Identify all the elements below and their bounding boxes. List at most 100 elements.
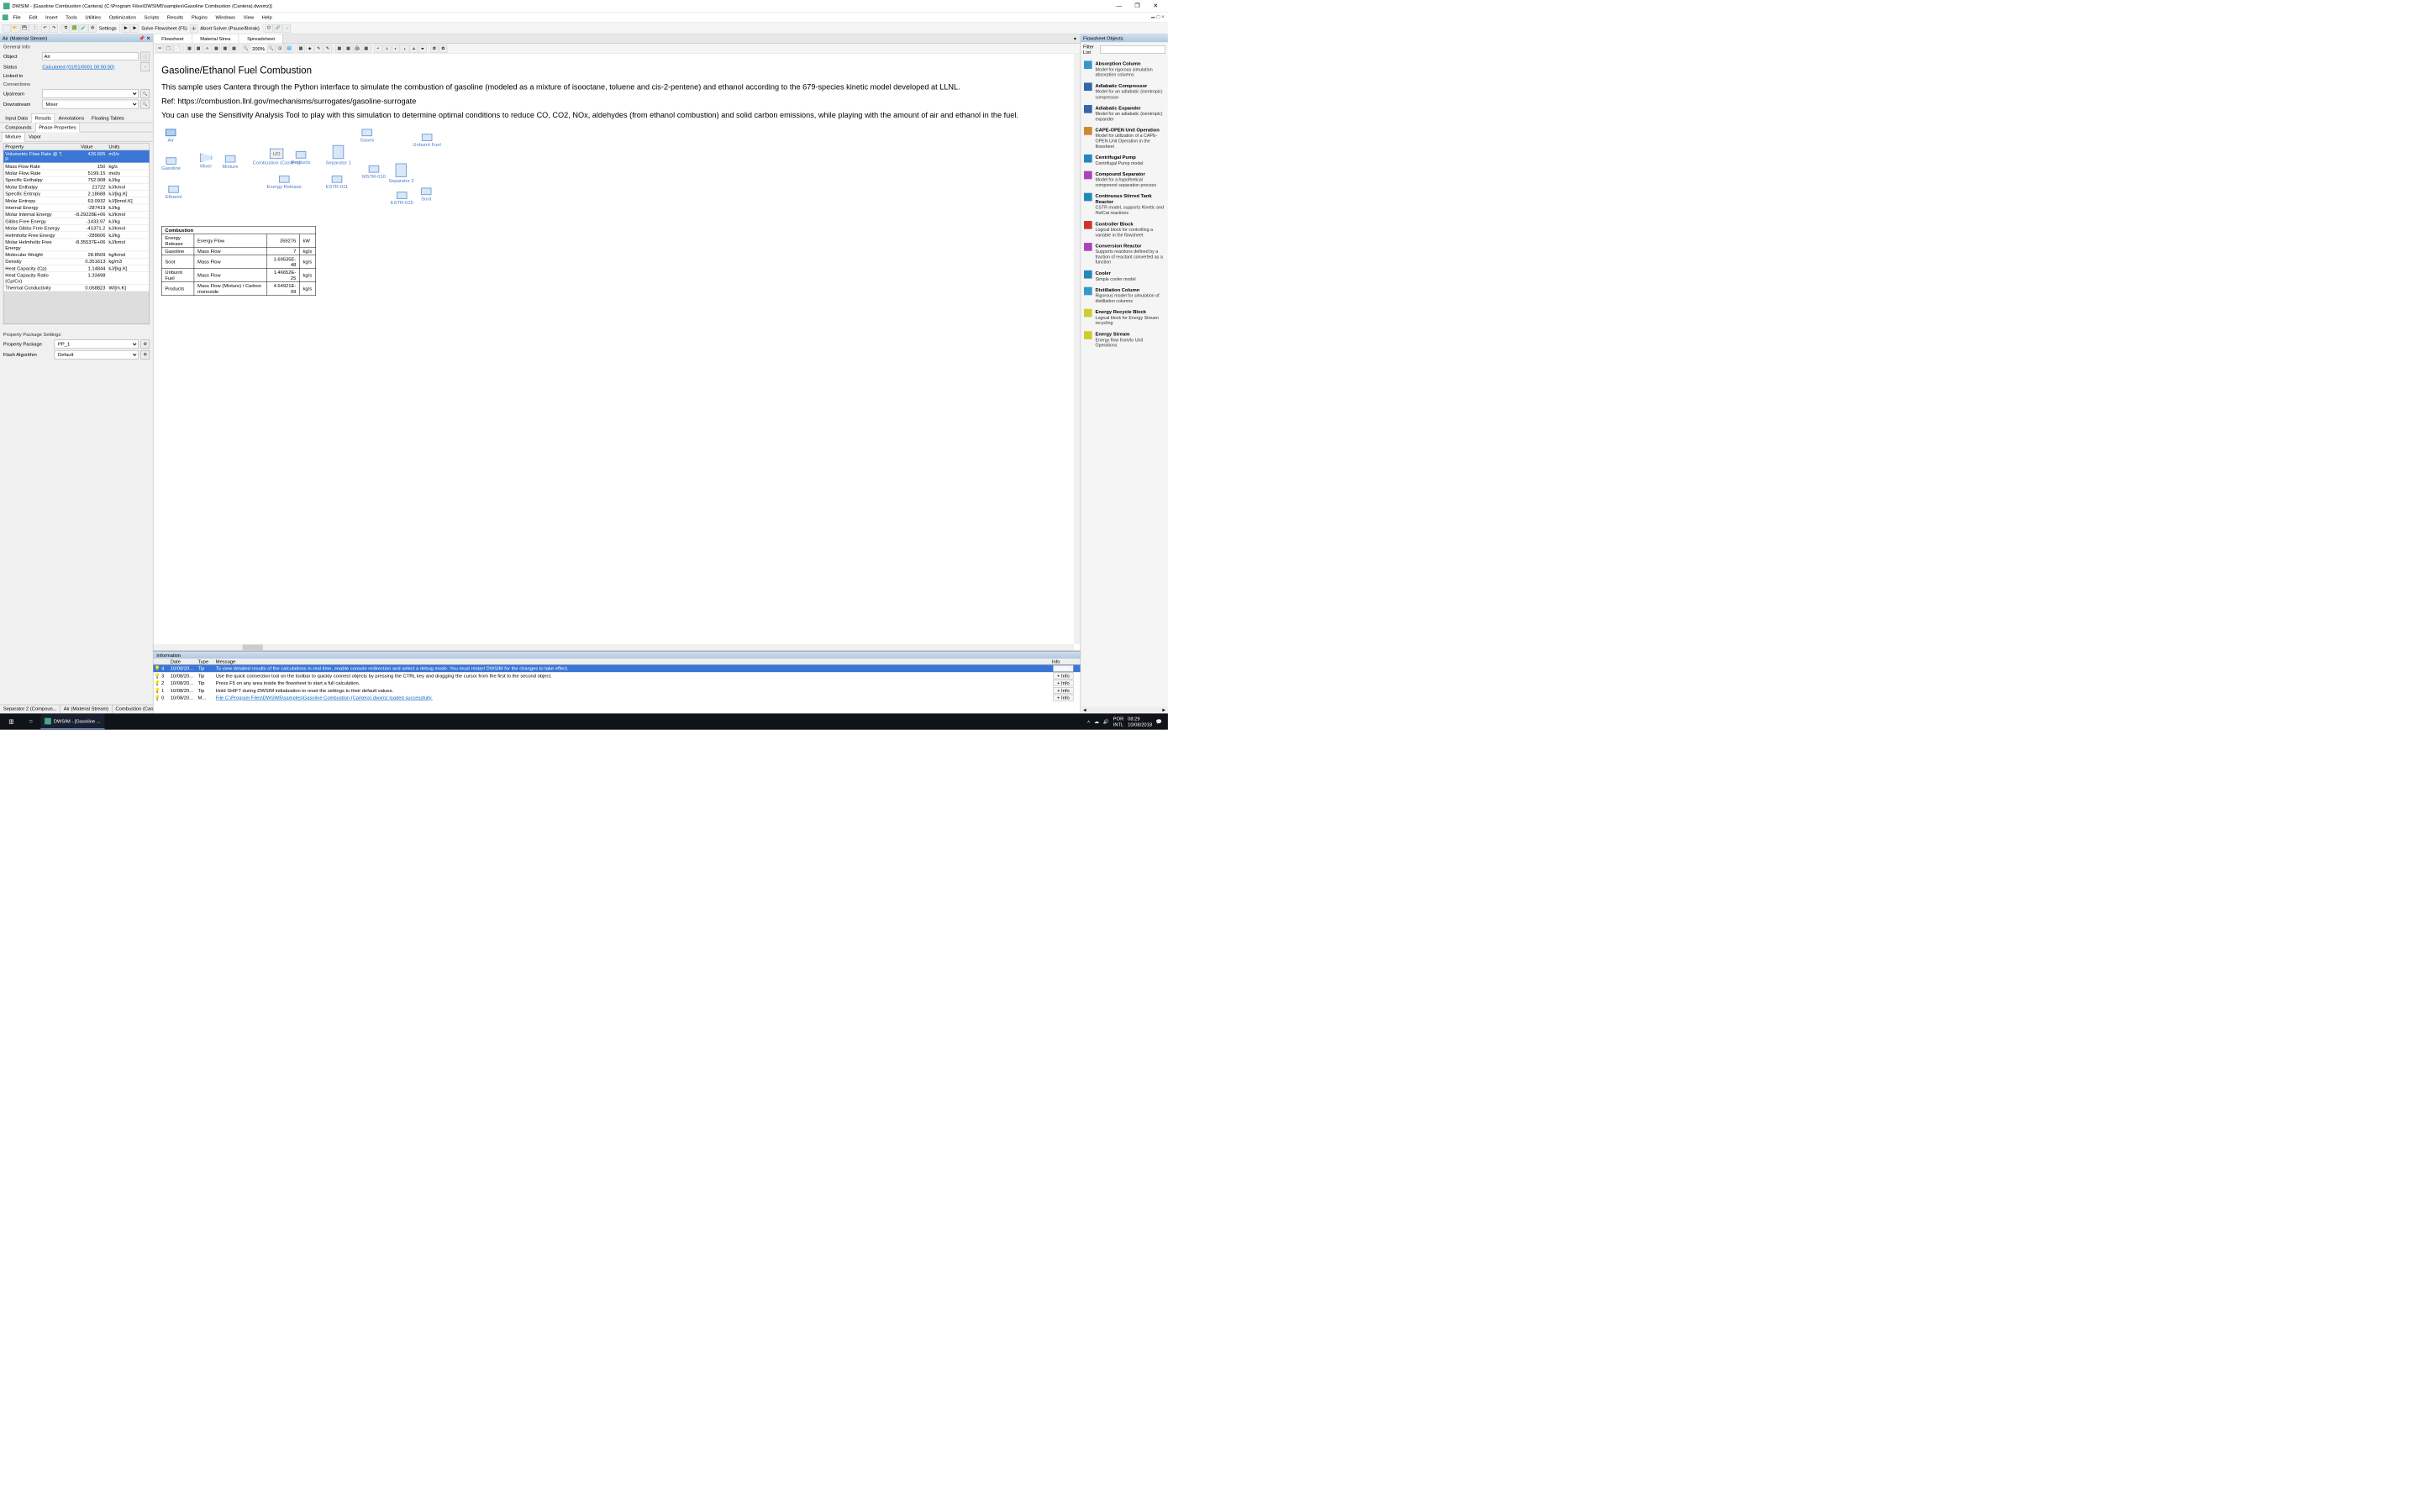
taskbar-app[interactable]: DWSIM - [Gasoline ... <box>40 714 104 729</box>
info-button[interactable]: + Info <box>1053 680 1073 686</box>
property-row[interactable]: Molecular Weight28.8509kg/kmol <box>3 251 149 258</box>
property-row[interactable]: Volumetric Flow Rate @ T, P426.605m3/s <box>3 150 149 163</box>
status-button[interactable]: ▫ <box>140 62 150 71</box>
t3-icon[interactable]: ▦ <box>212 45 220 53</box>
info-button[interactable]: + Info <box>1053 665 1073 672</box>
t8-icon[interactable]: ◈ <box>306 45 314 53</box>
object-item[interactable]: Adiabatic CompressorModel for an adiabat… <box>1082 81 1166 102</box>
mdi-controls[interactable]: ▬ ▢ ✕ <box>1151 15 1165 19</box>
misc1-icon[interactable]: ✿ <box>430 45 439 53</box>
status-value[interactable]: Calculated (01/01/0001 00:00:00) <box>42 64 138 70</box>
property-row[interactable]: Specific Enthalpy752.908kJ/kg <box>3 176 149 183</box>
undo-icon[interactable]: ↶ <box>41 24 50 33</box>
gear-icon[interactable]: ⚙ <box>88 24 97 33</box>
panel-pin-icon[interactable]: 📌 ✕ <box>139 35 150 41</box>
print-icon[interactable]: 🖨 <box>353 45 361 53</box>
menu-file[interactable]: File <box>10 13 24 22</box>
menu-results[interactable]: Results <box>164 13 187 22</box>
menu-help[interactable]: Help <box>259 13 276 22</box>
cortana-icon[interactable]: ○ <box>21 713 40 729</box>
redo-icon[interactable]: ↷ <box>50 24 58 33</box>
object-item[interactable]: Distillation ColumnRigorous model for si… <box>1082 285 1166 307</box>
menu-utilities[interactable]: Utilities <box>82 13 104 22</box>
tab-input-data[interactable]: Input Data <box>2 113 31 123</box>
align-b-icon[interactable]: ⫢ <box>418 45 427 53</box>
property-row[interactable]: Molar Helmholtz Free Energy-8.35537E+06k… <box>3 239 149 251</box>
block-soot[interactable]: Soot <box>421 187 432 201</box>
tab-spreadsheet[interactable]: Spreadsheet <box>239 34 283 44</box>
pp-button[interactable]: ⚙ <box>140 339 150 349</box>
t11-icon[interactable]: ▦ <box>335 45 344 53</box>
info-row[interactable]: 💡010/08/20...M...File C:\Program Files\D… <box>153 694 1080 701</box>
property-row[interactable]: Internal Energy-287419kJ/kg <box>3 204 149 211</box>
block-sep1[interactable]: Separator 1 <box>326 145 351 165</box>
zoomfit-icon[interactable]: ⊡ <box>276 45 285 53</box>
info-button[interactable]: + Info <box>1053 673 1073 680</box>
save-icon[interactable]: 💾 <box>20 24 29 33</box>
block-air[interactable]: Air <box>166 129 176 142</box>
block-unburnt[interactable]: Unburnt Fuel <box>413 134 440 147</box>
t10-icon[interactable]: ✎ <box>324 45 332 53</box>
tab-results[interactable]: Results <box>31 113 55 123</box>
menu-plugins[interactable]: Plugins <box>188 13 211 22</box>
object-item[interactable]: Centrifugal PumpCentrifugal Pump model <box>1082 152 1166 169</box>
new-icon[interactable]: 📄 <box>3 24 11 33</box>
block-gases[interactable]: Gases <box>360 129 375 142</box>
info-row[interactable]: 💡110/08/20...TipHold SHIFT during DWSIM … <box>153 687 1080 695</box>
property-row[interactable]: Molar Internal Energy-8.29228E+06kJ/kmol <box>3 211 149 218</box>
t2-icon[interactable]: ▦ <box>194 45 203 53</box>
align-t-icon[interactable]: ⫠ <box>401 45 409 53</box>
abort-label[interactable]: Abort Solver (Pause/Break) <box>198 25 260 31</box>
block-mstr10[interactable]: MSTR-010 <box>362 165 386 179</box>
block-energy[interactable]: Energy Release <box>267 176 302 189</box>
wizard-icon[interactable]: ⚗ <box>61 24 70 33</box>
tray-clock[interactable]: 08:2910/08/2018 <box>1128 716 1152 727</box>
fa-button[interactable]: ⚙ <box>140 350 150 360</box>
cut-icon[interactable]: ✂ <box>155 45 164 53</box>
t6-icon[interactable]: 🌐 <box>285 45 293 53</box>
property-row[interactable]: Molar Gibbs Free Energy-41371.2kJ/kmol <box>3 225 149 232</box>
menu-scripts[interactable]: Scripts <box>141 13 162 22</box>
object-item[interactable]: Energy Recycle BlockLogical block for En… <box>1082 307 1166 328</box>
tab-material[interactable]: Material Strea <box>192 34 239 44</box>
property-row[interactable]: Molar Entropy63.0932kJ/[kmol.K] <box>3 197 149 204</box>
align-c-icon[interactable]: ⫝ <box>382 45 391 53</box>
property-row[interactable]: Gibbs Free Energy-1433.97kJ/kg <box>3 218 149 225</box>
tab-flowsheet[interactable]: Flowsheet <box>153 34 192 44</box>
t4-icon[interactable]: ▦ <box>221 45 229 53</box>
copy-icon[interactable]: 📋 <box>165 45 173 53</box>
property-row[interactable]: Molar Enthalpy21722kJ/kmol <box>3 184 149 191</box>
info-button[interactable]: + Info <box>1053 695 1073 701</box>
block-products[interactable]: Products <box>292 151 311 165</box>
object-item[interactable]: CAPE-OPEN Unit OperationModel for utiliz… <box>1082 124 1166 152</box>
maximize-button[interactable]: ❐ <box>1128 0 1147 12</box>
tray-cloud-icon[interactable]: ☁ <box>1094 719 1099 725</box>
object-item[interactable]: CoolerSimple cooler model <box>1082 268 1166 285</box>
menu-insert[interactable]: Insert <box>42 13 60 22</box>
info-button[interactable]: + Info <box>1053 687 1073 694</box>
object-item[interactable]: Compound SeparatorModel for a hypothetic… <box>1082 169 1166 191</box>
saveall-icon[interactable]: 📑 <box>29 24 38 33</box>
solve-label[interactable]: Solve Flowsheet (F5) <box>139 25 189 31</box>
objects-hscroll[interactable]: ◄► <box>1081 707 1168 714</box>
play-icon[interactable]: ▶ <box>122 24 130 33</box>
align-r-icon[interactable]: ⫟ <box>392 45 400 53</box>
block-mixer[interactable]: Mixer <box>200 153 212 168</box>
pp-select[interactable]: PP_1 <box>55 339 139 349</box>
tab-mixture[interactable]: Mixture <box>2 132 25 141</box>
menu-edit[interactable]: Edit <box>26 13 41 22</box>
fa-select[interactable]: Default <box>55 350 139 360</box>
object-item[interactable]: Absorption ColumnModel for rigorous simu… <box>1082 58 1166 80</box>
menu-tools[interactable]: Tools <box>62 13 80 22</box>
property-row[interactable]: Density0.351613kg/m3 <box>3 258 149 265</box>
component-icon[interactable]: 🟩 <box>71 24 79 33</box>
settings-label[interactable]: Settings <box>97 25 118 31</box>
object-item[interactable]: Energy StreamEnergy flow from/to Unit Op… <box>1082 328 1166 350</box>
block-sep2[interactable]: Separator 2 <box>388 164 413 184</box>
close-button[interactable]: ✕ <box>1146 0 1165 12</box>
property-row[interactable]: Molar Flow Rate5199.15mol/s <box>3 170 149 176</box>
objects-list[interactable]: Absorption ColumnModel for rigorous simu… <box>1081 57 1168 707</box>
info-row[interactable]: 💡310/08/20...TipUse the quick connection… <box>153 672 1080 680</box>
canvas-vscroll[interactable] <box>1074 54 1081 644</box>
tray-notif-icon[interactable]: 💬 <box>1156 719 1162 725</box>
